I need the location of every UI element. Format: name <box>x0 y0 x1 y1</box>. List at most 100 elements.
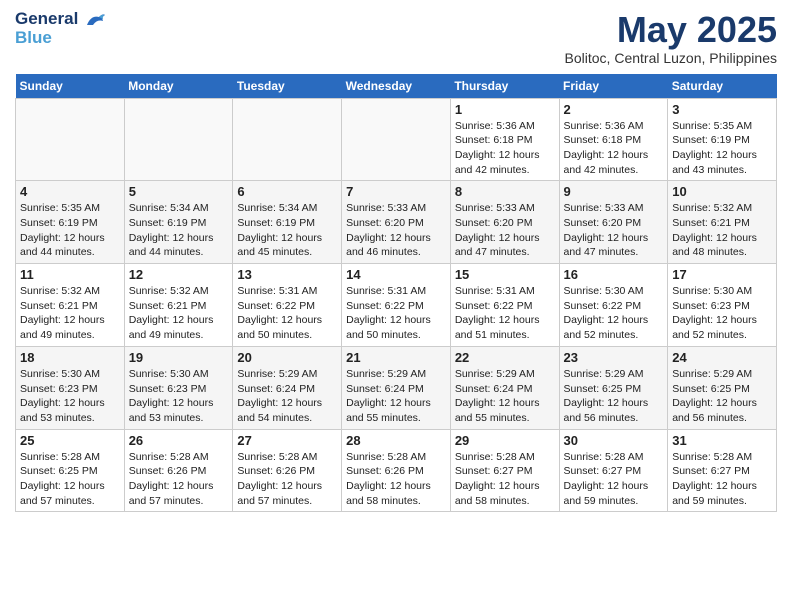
table-row: 5Sunrise: 5:34 AM Sunset: 6:19 PM Daylig… <box>124 181 233 264</box>
table-row: 1 Sunrise: 5:36 AM Sunset: 6:18 PM Daylig… <box>450 98 559 181</box>
day-info: Sunrise: 5:29 AM Sunset: 6:25 PM Dayligh… <box>564 367 664 426</box>
day-number: 7 <box>346 184 446 199</box>
day-number: 3 <box>672 102 772 117</box>
calendar-header-row: Sunday Monday Tuesday Wednesday Thursday… <box>16 74 777 99</box>
table-row: 10 Sunrise: 5:32 AM Sunset: 6:21 PM Dayli… <box>668 181 777 264</box>
day-info: Sunrise: 5:32 AM Sunset: 6:21 PM Dayligh… <box>20 284 120 343</box>
table-row <box>124 98 233 181</box>
day-number: 29 <box>455 433 555 448</box>
calendar-week-row: 25Sunrise: 5:28 AM Sunset: 6:25 PM Dayli… <box>16 429 777 512</box>
day-info: Sunrise: 5:32 AM Sunset: 6:21 PM Dayligh… <box>129 284 229 343</box>
day-info: Sunrise: 5:28 AM Sunset: 6:25 PM Dayligh… <box>20 450 120 509</box>
col-saturday: Saturday <box>668 74 777 99</box>
day-info: Sunrise: 5:34 AM Sunset: 6:19 PM Dayligh… <box>237 201 337 260</box>
table-row: 3 Sunrise: 5:35 AM Sunset: 6:19 PM Daylig… <box>668 98 777 181</box>
day-number: 4 <box>20 184 120 199</box>
day-number: 22 <box>455 350 555 365</box>
day-number: 1 <box>455 102 555 117</box>
day-info: Sunrise: 5:36 AM Sunset: 6:18 PM Dayligh… <box>564 119 664 178</box>
day-info: Sunrise: 5:28 AM Sunset: 6:26 PM Dayligh… <box>129 450 229 509</box>
calendar-week-row: 1 Sunrise: 5:36 AM Sunset: 6:18 PM Daylig… <box>16 98 777 181</box>
day-info: Sunrise: 5:33 AM Sunset: 6:20 PM Dayligh… <box>455 201 555 260</box>
day-info: Sunrise: 5:35 AM Sunset: 6:19 PM Dayligh… <box>20 201 120 260</box>
table-row: 24Sunrise: 5:29 AM Sunset: 6:25 PM Dayli… <box>668 346 777 429</box>
col-thursday: Thursday <box>450 74 559 99</box>
table-row: 21 Sunrise: 5:29 AM Sunset: 6:24 PM Dayli… <box>342 346 451 429</box>
day-number: 16 <box>564 267 664 282</box>
table-row: 11 Sunrise: 5:32 AM Sunset: 6:21 PM Dayli… <box>16 264 125 347</box>
col-friday: Friday <box>559 74 668 99</box>
day-info: Sunrise: 5:29 AM Sunset: 6:24 PM Dayligh… <box>455 367 555 426</box>
day-number: 13 <box>237 267 337 282</box>
day-info: Sunrise: 5:32 AM Sunset: 6:21 PM Dayligh… <box>672 201 772 260</box>
day-info: Sunrise: 5:35 AM Sunset: 6:19 PM Dayligh… <box>672 119 772 178</box>
table-row: 15Sunrise: 5:31 AM Sunset: 6:22 PM Dayli… <box>450 264 559 347</box>
day-number: 14 <box>346 267 446 282</box>
day-info: Sunrise: 5:33 AM Sunset: 6:20 PM Dayligh… <box>346 201 446 260</box>
day-number: 18 <box>20 350 120 365</box>
day-info: Sunrise: 5:30 AM Sunset: 6:22 PM Dayligh… <box>564 284 664 343</box>
day-number: 21 <box>346 350 446 365</box>
day-number: 27 <box>237 433 337 448</box>
table-row: 20 Sunrise: 5:29 AM Sunset: 6:24 PM Dayli… <box>233 346 342 429</box>
day-info: Sunrise: 5:30 AM Sunset: 6:23 PM Dayligh… <box>672 284 772 343</box>
table-row: 25Sunrise: 5:28 AM Sunset: 6:25 PM Dayli… <box>16 429 125 512</box>
table-row: 13 Sunrise: 5:31 AM Sunset: 6:22 PM Dayli… <box>233 264 342 347</box>
day-number: 9 <box>564 184 664 199</box>
day-info: Sunrise: 5:30 AM Sunset: 6:23 PM Dayligh… <box>20 367 120 426</box>
table-row <box>16 98 125 181</box>
table-row: 19Sunrise: 5:30 AM Sunset: 6:23 PM Dayli… <box>124 346 233 429</box>
day-number: 12 <box>129 267 229 282</box>
day-number: 26 <box>129 433 229 448</box>
table-row <box>342 98 451 181</box>
logo-line1: General <box>15 10 107 29</box>
day-info: Sunrise: 5:29 AM Sunset: 6:25 PM Dayligh… <box>672 367 772 426</box>
table-row: 2 Sunrise: 5:36 AM Sunset: 6:18 PM Daylig… <box>559 98 668 181</box>
logo-bird-icon <box>85 11 107 29</box>
day-info: Sunrise: 5:28 AM Sunset: 6:26 PM Dayligh… <box>237 450 337 509</box>
day-number: 19 <box>129 350 229 365</box>
day-info: Sunrise: 5:29 AM Sunset: 6:24 PM Dayligh… <box>237 367 337 426</box>
table-row: 22 Sunrise: 5:29 AM Sunset: 6:24 PM Dayli… <box>450 346 559 429</box>
table-row: 14Sunrise: 5:31 AM Sunset: 6:22 PM Dayli… <box>342 264 451 347</box>
col-sunday: Sunday <box>16 74 125 99</box>
day-info: Sunrise: 5:28 AM Sunset: 6:26 PM Dayligh… <box>346 450 446 509</box>
table-row: 31 Sunrise: 5:28 AM Sunset: 6:27 PM Dayli… <box>668 429 777 512</box>
day-info: Sunrise: 5:28 AM Sunset: 6:27 PM Dayligh… <box>564 450 664 509</box>
table-row: 29 Sunrise: 5:28 AM Sunset: 6:27 PM Dayli… <box>450 429 559 512</box>
day-number: 17 <box>672 267 772 282</box>
day-number: 31 <box>672 433 772 448</box>
day-number: 11 <box>20 267 120 282</box>
table-row: 18 Sunrise: 5:30 AM Sunset: 6:23 PM Dayli… <box>16 346 125 429</box>
table-row: 17 Sunrise: 5:30 AM Sunset: 6:23 PM Dayli… <box>668 264 777 347</box>
col-monday: Monday <box>124 74 233 99</box>
table-row: 12 Sunrise: 5:32 AM Sunset: 6:21 PM Dayli… <box>124 264 233 347</box>
page-header: General Blue May 2025 Bolitoc, Central L… <box>15 10 777 66</box>
day-info: Sunrise: 5:31 AM Sunset: 6:22 PM Dayligh… <box>455 284 555 343</box>
day-number: 20 <box>237 350 337 365</box>
calendar-week-row: 4 Sunrise: 5:35 AM Sunset: 6:19 PM Daylig… <box>16 181 777 264</box>
table-row: 23 Sunrise: 5:29 AM Sunset: 6:25 PM Dayli… <box>559 346 668 429</box>
day-number: 10 <box>672 184 772 199</box>
table-row: 4 Sunrise: 5:35 AM Sunset: 6:19 PM Daylig… <box>16 181 125 264</box>
table-row: 9Sunrise: 5:33 AM Sunset: 6:20 PM Daylig… <box>559 181 668 264</box>
table-row: 28 Sunrise: 5:28 AM Sunset: 6:26 PM Dayli… <box>342 429 451 512</box>
day-info: Sunrise: 5:36 AM Sunset: 6:18 PM Dayligh… <box>455 119 555 178</box>
day-info: Sunrise: 5:31 AM Sunset: 6:22 PM Dayligh… <box>237 284 337 343</box>
day-number: 23 <box>564 350 664 365</box>
table-row: 7 Sunrise: 5:33 AM Sunset: 6:20 PM Daylig… <box>342 181 451 264</box>
calendar-week-row: 18 Sunrise: 5:30 AM Sunset: 6:23 PM Dayli… <box>16 346 777 429</box>
logo-line2: Blue <box>15 29 107 48</box>
table-row: 26 Sunrise: 5:28 AM Sunset: 6:26 PM Dayli… <box>124 429 233 512</box>
calendar-week-row: 11 Sunrise: 5:32 AM Sunset: 6:21 PM Dayli… <box>16 264 777 347</box>
table-row: 8Sunrise: 5:33 AM Sunset: 6:20 PM Daylig… <box>450 181 559 264</box>
day-number: 28 <box>346 433 446 448</box>
day-info: Sunrise: 5:28 AM Sunset: 6:27 PM Dayligh… <box>672 450 772 509</box>
day-info: Sunrise: 5:28 AM Sunset: 6:27 PM Dayligh… <box>455 450 555 509</box>
logo: General Blue <box>15 10 107 47</box>
table-row: 6Sunrise: 5:34 AM Sunset: 6:19 PM Daylig… <box>233 181 342 264</box>
table-row: 27 Sunrise: 5:28 AM Sunset: 6:26 PM Dayli… <box>233 429 342 512</box>
logo-text: General Blue <box>15 10 107 47</box>
day-info: Sunrise: 5:29 AM Sunset: 6:24 PM Dayligh… <box>346 367 446 426</box>
day-number: 2 <box>564 102 664 117</box>
